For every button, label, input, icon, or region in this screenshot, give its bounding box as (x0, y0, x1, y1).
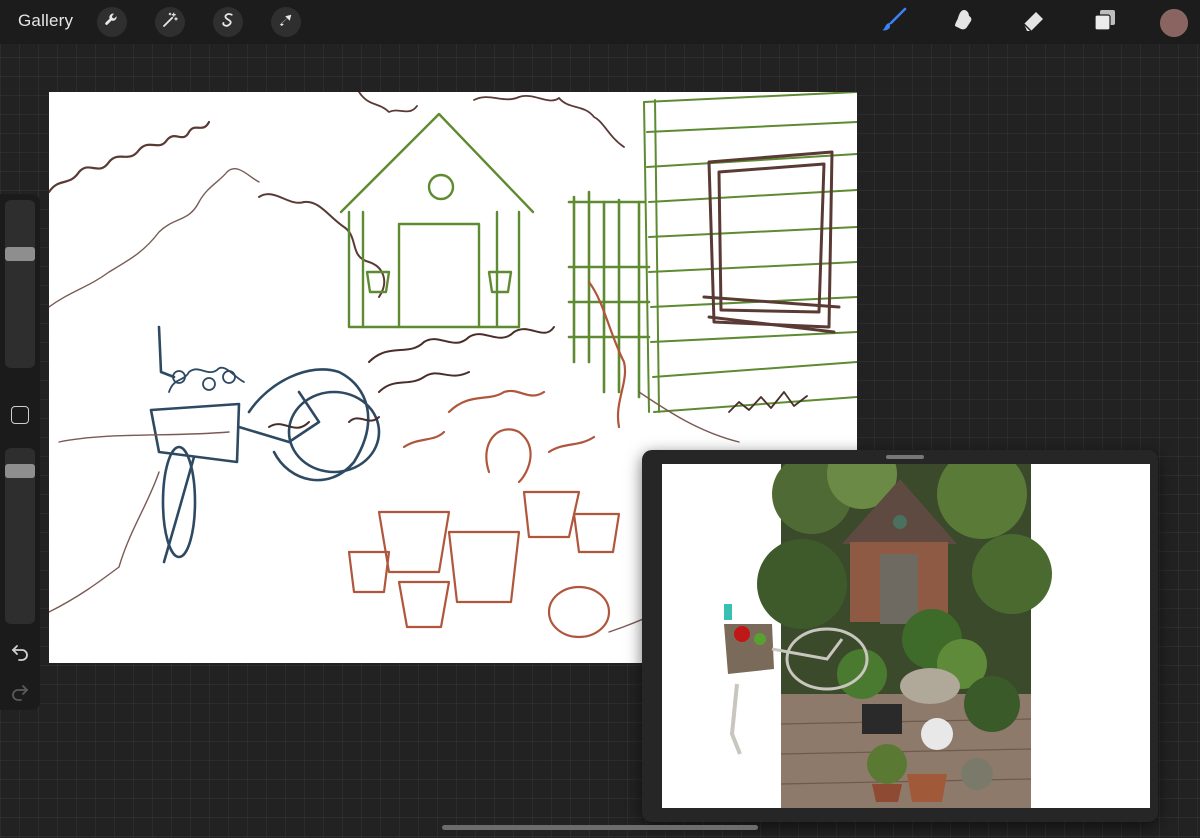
brush-tool-button[interactable] (879, 7, 909, 37)
opacity-thumb[interactable] (5, 464, 35, 478)
home-indicator[interactable] (442, 825, 758, 830)
eraser-tool-button[interactable] (1019, 7, 1049, 37)
undo-button[interactable] (9, 640, 31, 662)
adjustments-button[interactable] (155, 7, 185, 37)
brush-size-thumb[interactable] (5, 247, 35, 261)
opacity-slider[interactable] (5, 448, 35, 624)
hedge-outline-sketch (49, 120, 211, 194)
color-picker-button[interactable] (1160, 9, 1188, 37)
redo-arrow-icon (9, 685, 31, 706)
selection-icon (219, 11, 237, 34)
selection-button[interactable] (213, 7, 243, 37)
bicycle-sketch (149, 325, 381, 564)
layers-button[interactable] (1090, 7, 1120, 37)
house-siding-sketch (643, 92, 857, 413)
reference-window[interactable] (642, 450, 1158, 822)
layers-icon (1092, 7, 1118, 38)
modify-button[interactable] (11, 406, 29, 424)
transform-arrow-icon (277, 11, 295, 34)
gallery-button[interactable]: Gallery (18, 11, 73, 31)
trellis-sketch (567, 190, 651, 399)
left-sidebar (0, 194, 40, 710)
reference-image (662, 464, 1150, 808)
actions-button[interactable] (97, 7, 127, 37)
smudge-tool-button[interactable] (949, 7, 979, 37)
shed-sketch (339, 112, 535, 329)
brush-icon (881, 7, 907, 38)
redo-button[interactable] (9, 680, 31, 702)
magic-wand-icon (161, 11, 179, 34)
window-sketch (702, 150, 841, 334)
smudge-icon (951, 7, 977, 38)
brush-size-slider[interactable] (5, 200, 35, 368)
reference-drag-handle[interactable] (886, 455, 924, 459)
undo-arrow-icon (9, 645, 31, 666)
top-toolbar: Gallery (0, 0, 1200, 44)
transform-button[interactable] (271, 7, 301, 37)
eraser-icon (1021, 7, 1047, 38)
wrench-icon (103, 11, 121, 34)
